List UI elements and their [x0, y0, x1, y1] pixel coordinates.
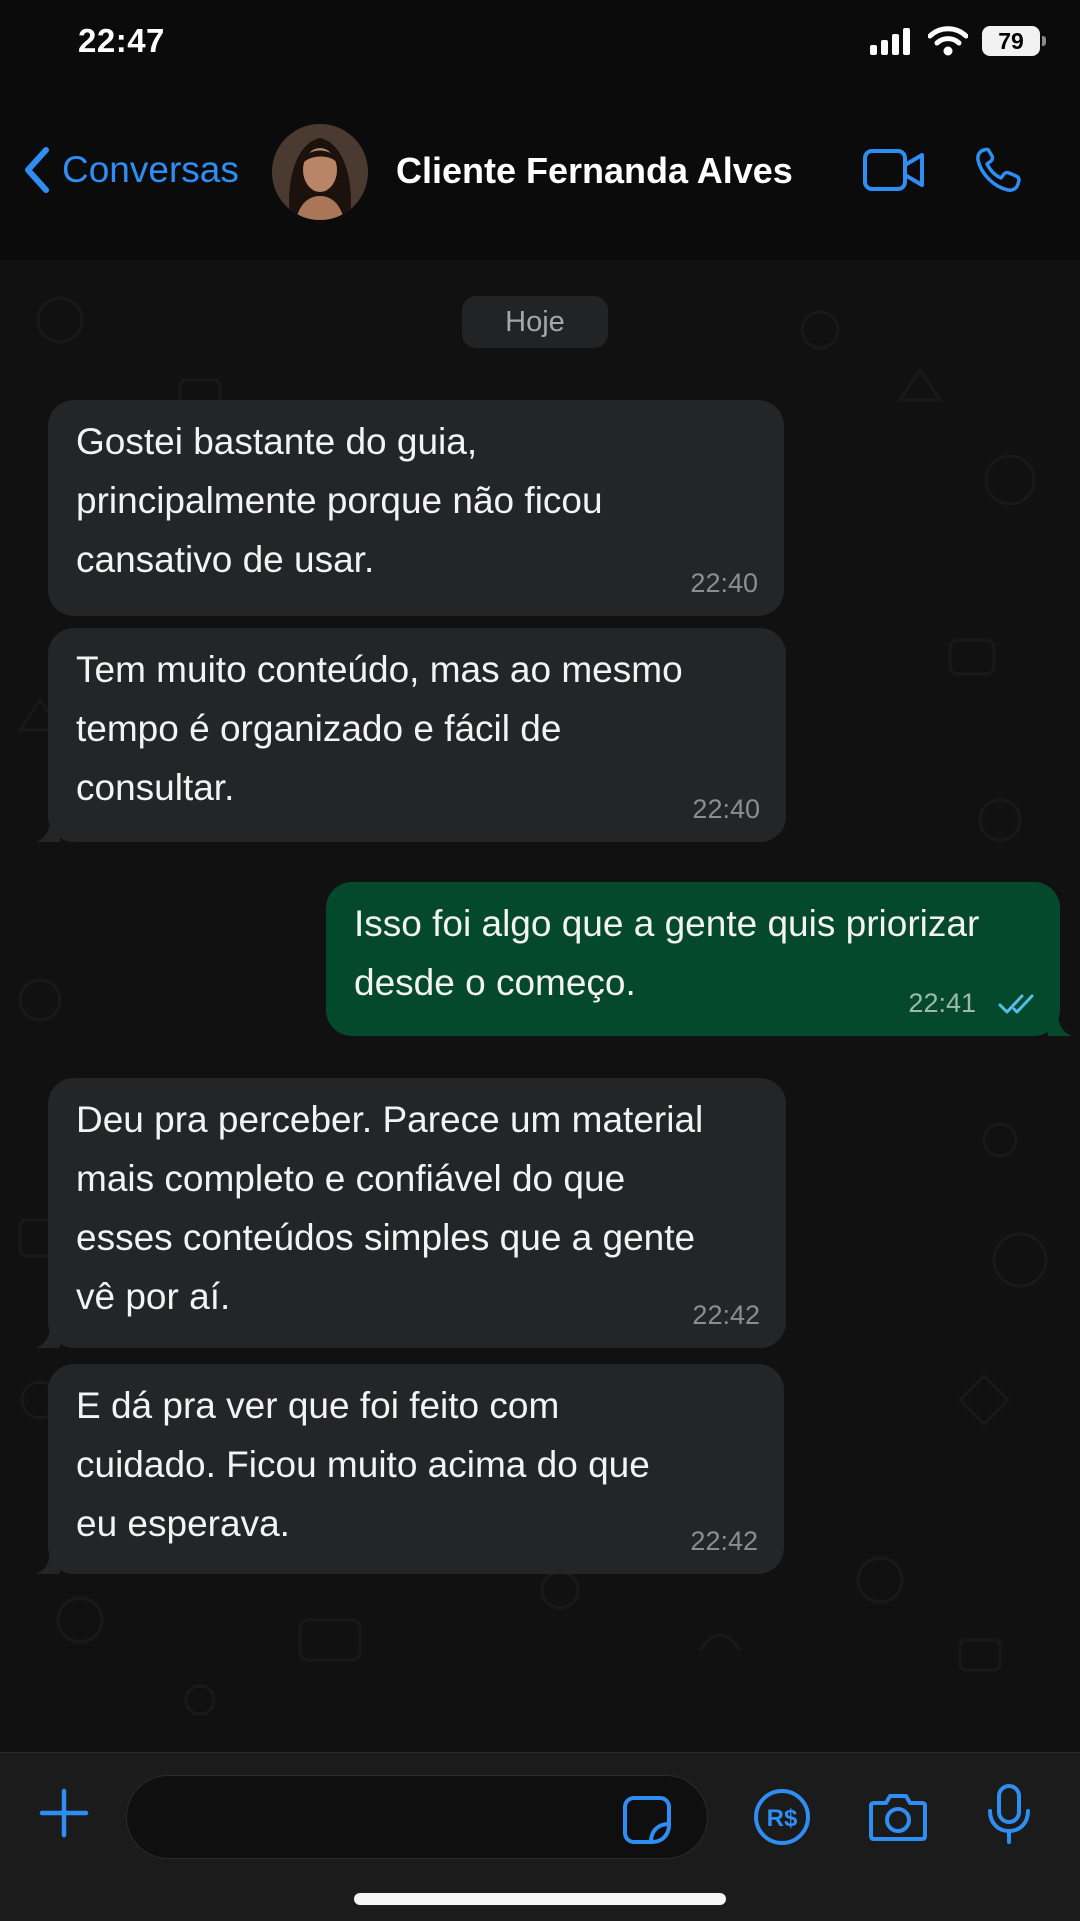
message-time: 22:42 [692, 1300, 760, 1330]
message-text: E dá pra ver que foi feito com cuidado. … [76, 1385, 650, 1544]
back-button[interactable]: Conversas [22, 146, 239, 194]
read-receipt-icon [998, 994, 1034, 1014]
message-time: 22:41 [908, 988, 976, 1018]
battery-icon: 79 [982, 26, 1046, 56]
incoming-message[interactable]: E dá pra ver que foi feito com cuidado. … [48, 1364, 784, 1574]
message-time: 22:42 [690, 1526, 758, 1556]
incoming-message[interactable]: Tem muito conteúdo, mas ao mesmo tempo é… [48, 628, 786, 842]
wifi-icon [928, 26, 968, 56]
pix-payment-icon[interactable]: R$ [752, 1787, 812, 1847]
sticker-icon[interactable] [622, 1795, 672, 1845]
home-indicator [354, 1893, 726, 1905]
message-input[interactable] [126, 1775, 708, 1859]
composer-bar: R$ [0, 1752, 1080, 1921]
camera-icon[interactable] [868, 1791, 928, 1843]
bubble-tail [36, 1324, 60, 1348]
bubble-tail [36, 818, 60, 842]
video-call-icon[interactable] [862, 148, 926, 192]
cellular-signal-icon [870, 28, 910, 55]
outgoing-message[interactable]: Isso foi algo que a gente quis priorizar… [326, 882, 1060, 1036]
status-icons: 79 [870, 26, 1046, 56]
message-text: Deu pra perceber. Parece um material mai… [76, 1099, 704, 1317]
bubble-tail [36, 1550, 60, 1574]
bubble-tail [1048, 1012, 1072, 1036]
chat-header: Conversas Cliente Fernanda Alves [0, 100, 1080, 260]
plus-icon[interactable] [38, 1787, 90, 1839]
microphone-icon[interactable] [986, 1783, 1032, 1845]
contact-name[interactable]: Cliente Fernanda Alves [396, 150, 793, 192]
status-time: 22:47 [78, 22, 165, 59]
message-text: Gostei bastante do guia, principalmente … [76, 421, 603, 580]
date-separator: Hoje [462, 296, 608, 348]
incoming-message[interactable]: Deu pra perceber. Parece um material mai… [48, 1078, 786, 1348]
status-bar: 22:47 79 [0, 0, 1080, 100]
message-text: Tem muito conteúdo, mas ao mesmo tempo é… [76, 649, 683, 808]
incoming-message[interactable]: Gostei bastante do guia, principalmente … [48, 400, 784, 616]
battery-level: 79 [998, 27, 1024, 54]
message-list[interactable]: Hoje Gostei bastante do guia, principalm… [0, 260, 1080, 1752]
chevron-left-icon [25, 147, 49, 193]
phone-call-icon[interactable] [974, 146, 1022, 194]
pix-label: R$ [767, 1805, 798, 1832]
back-label: Conversas [62, 149, 239, 190]
message-time: 22:40 [692, 794, 760, 824]
contact-avatar[interactable] [272, 124, 368, 220]
message-time: 22:40 [690, 568, 758, 598]
